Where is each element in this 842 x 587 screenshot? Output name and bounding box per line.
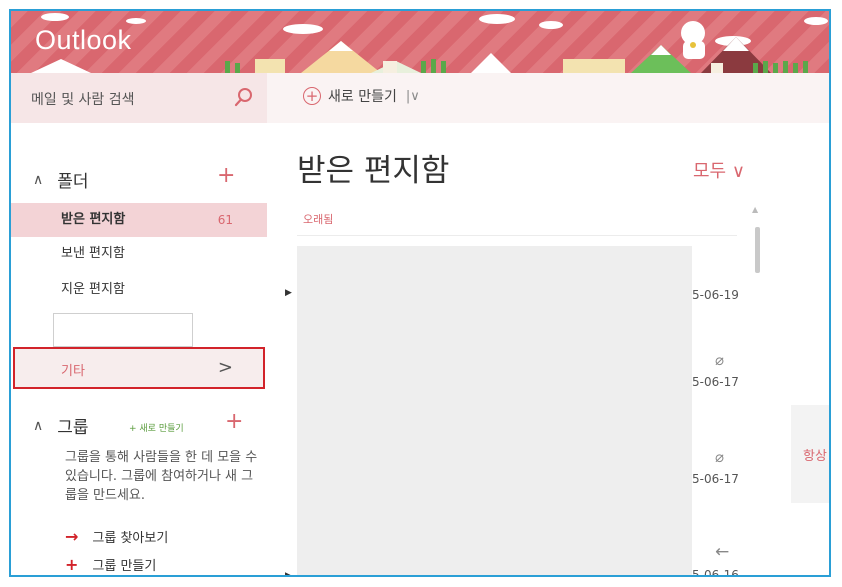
other-label: 기타 xyxy=(61,364,85,379)
add-group-icon[interactable]: + xyxy=(225,409,243,434)
chevron-down-icon: ∨ xyxy=(731,161,745,182)
reply-arrow-icon[interactable]: ← xyxy=(715,542,729,562)
filter-dropdown[interactable]: 모두 ∨ xyxy=(693,157,745,183)
collapse-caret-icon[interactable]: ∧ xyxy=(33,172,43,188)
message-date: 5-06-16 xyxy=(692,568,739,577)
reading-pane-text[interactable]: 항상 xyxy=(803,445,827,464)
folder-label: 받은 편지함 xyxy=(61,212,126,227)
message-date: 5-06-17 xyxy=(692,472,739,486)
sidebar-item-deleted[interactable]: 지운 편지함 xyxy=(11,273,267,307)
create-group-label: 그룹 만들기 xyxy=(92,559,157,574)
sidebar-item-inbox[interactable]: 받은 편지함 61 xyxy=(11,203,267,237)
plus-icon: + xyxy=(65,555,79,574)
find-groups-label: 그룹 찾아보기 xyxy=(92,531,169,546)
header-banner: Outlook xyxy=(11,11,829,73)
divider xyxy=(297,235,737,236)
outlook-window: Outlook 메일 및 사람 검색 + 새로 만들기 |∨ ∧ 폴더 + 받은… xyxy=(9,9,831,577)
find-groups-link[interactable]: → 그룹 찾아보기 xyxy=(65,527,168,546)
reading-pane: 항상 xyxy=(765,123,829,575)
message-date: 5-06-19 xyxy=(692,288,739,302)
create-group-link[interactable]: + 그룹 만들기 xyxy=(65,555,156,574)
folder-label: 보낸 편지함 xyxy=(61,246,125,261)
message-date: 5-06-17 xyxy=(692,375,739,389)
scroll-up-icon[interactable]: ▲ xyxy=(752,205,758,214)
expand-arrow-icon[interactable]: ▶ xyxy=(285,288,292,298)
new-group-label: 새로 만들기 xyxy=(139,424,184,434)
chevron-right-icon: > xyxy=(217,357,233,378)
sidebar-item-other[interactable]: 기타 > xyxy=(13,347,265,389)
chevron-down-icon[interactable]: |∨ xyxy=(406,89,420,104)
reading-card: 항상 xyxy=(791,405,829,503)
groups-header[interactable]: ∧ 그룹 xyxy=(33,413,89,439)
date-group-label: 오래됨 xyxy=(303,213,334,226)
groups-heading: 그룹 xyxy=(57,418,89,438)
folder-label: 지운 편지함 xyxy=(61,282,125,297)
new-message-label: 새로 만들기 xyxy=(328,89,397,105)
attachment-icon: ⌀ xyxy=(715,448,725,466)
folders-heading: 폴더 xyxy=(57,172,89,192)
message-list: 받은 편지함 모두 ∨ 오래됨 ▶ 5-06-19 ⌀ 5-06-17 ⌀ 5-… xyxy=(267,123,766,577)
search-icon[interactable] xyxy=(233,86,255,108)
scrollbar[interactable]: ▲ xyxy=(752,205,762,575)
add-folder-icon[interactable]: + xyxy=(217,163,235,188)
attachment-icon: ⌀ xyxy=(715,351,725,369)
sidebar-item-sent[interactable]: 보낸 편지함 xyxy=(11,237,267,271)
unread-count: 61 xyxy=(217,213,233,227)
filter-label: 모두 xyxy=(692,161,727,182)
groups-description: 그룹을 통해 사람들을 한 데 모을 수 있습니다. 그룹에 참여하거나 새 그… xyxy=(65,450,258,503)
arrow-right-icon: → xyxy=(65,527,79,546)
plus-icon: + xyxy=(129,424,140,434)
plus-circle-icon: + xyxy=(303,87,321,105)
command-bar: + 새로 만들기 |∨ xyxy=(267,73,829,123)
header-illustration xyxy=(31,13,828,73)
redacted-content xyxy=(297,246,692,575)
new-group-link[interactable]: + 새로 만들기 xyxy=(129,421,184,434)
page-title: 받은 편지함 xyxy=(297,153,450,189)
expand-arrow-icon[interactable]: ▶ xyxy=(285,571,292,575)
new-folder-input[interactable] xyxy=(53,313,193,347)
search-input[interactable]: 메일 및 사람 검색 xyxy=(31,89,135,109)
folder-pane: ∧ 폴더 + 받은 편지함 61 보낸 편지함 지운 편지함 기타 > ∧ 그룹… xyxy=(11,123,268,575)
collapse-caret-icon[interactable]: ∧ xyxy=(33,418,43,434)
scroll-thumb[interactable] xyxy=(755,227,760,273)
new-message-button[interactable]: + 새로 만들기 |∨ xyxy=(303,86,420,106)
folders-header[interactable]: ∧ 폴더 xyxy=(33,167,89,193)
search-bar[interactable]: 메일 및 사람 검색 xyxy=(11,73,267,123)
